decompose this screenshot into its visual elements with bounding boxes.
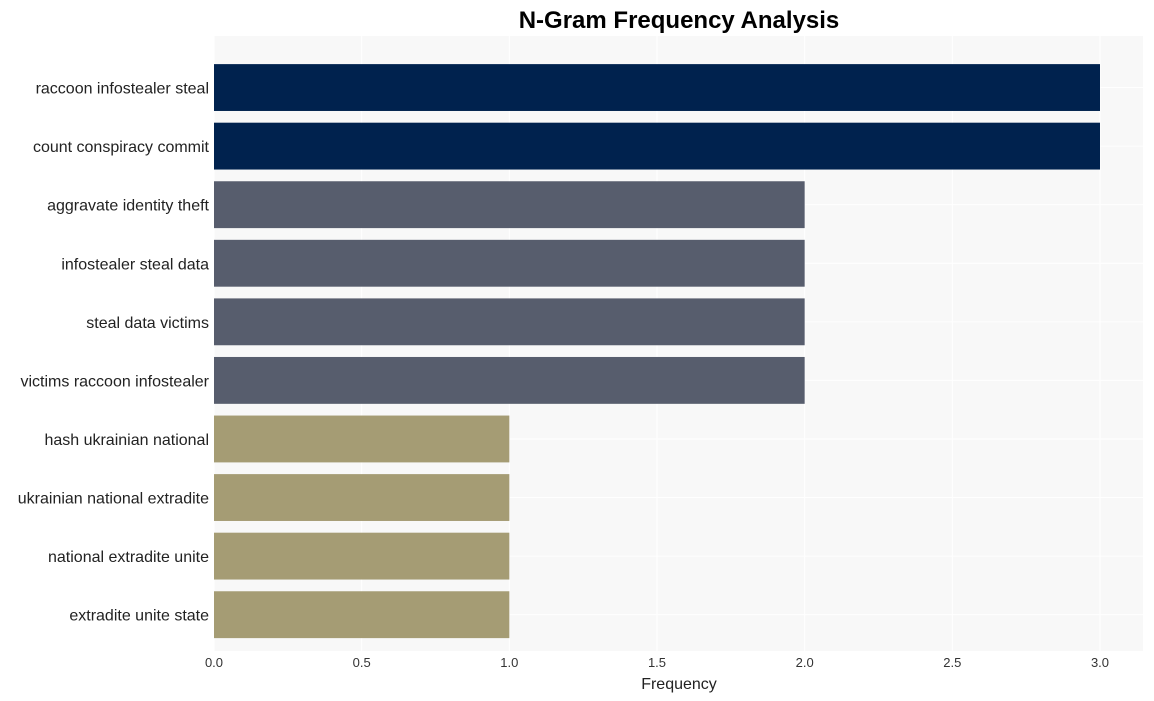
bar — [214, 532, 510, 580]
y-tick-label: aggravate identity theft — [47, 198, 209, 215]
x-tick-label: 1.0 — [500, 655, 518, 670]
y-tick-label: infostealer steal data — [61, 256, 209, 273]
ngram-bar-chart: raccoon infostealer steal count conspirac… — [18, 7, 1143, 693]
y-tick-label: steal data victims — [86, 315, 209, 332]
y-tick-label: victims raccoon infostealer — [20, 373, 209, 390]
x-tick-label: 0.5 — [353, 655, 371, 670]
x-tick-label: 3.0 — [1091, 655, 1109, 670]
y-tick-label: ukrainian national extradite — [18, 491, 209, 508]
x-tick-label: 2.0 — [796, 655, 814, 670]
bar — [214, 474, 510, 521]
bar — [214, 591, 510, 639]
y-tick-label: count conspiracy commit — [33, 139, 210, 156]
y-tick-label: national extradite unite — [48, 549, 209, 566]
y-axis-labels: raccoon infostealer steal count conspirac… — [18, 81, 210, 625]
x-tick-label: 1.5 — [648, 655, 666, 670]
y-tick-label: extradite unite state — [69, 608, 209, 625]
y-tick-label: raccoon infostealer steal — [36, 81, 209, 98]
bar — [214, 298, 805, 346]
bar — [214, 122, 1100, 170]
bar — [214, 356, 805, 404]
bar — [214, 239, 805, 287]
bar — [214, 181, 805, 229]
y-tick-label: hash ukrainian national — [44, 432, 209, 449]
bar — [214, 64, 1100, 111]
chart-title: N-Gram Frequency Analysis — [519, 7, 840, 34]
x-tick-label: 0.0 — [205, 655, 223, 670]
bar — [214, 415, 510, 463]
x-axis-ticks: 0.0 0.5 1.0 1.5 2.0 2.5 3.0 — [205, 655, 1109, 670]
x-tick-label: 2.5 — [943, 655, 961, 670]
x-axis-label: Frequency — [641, 676, 717, 693]
